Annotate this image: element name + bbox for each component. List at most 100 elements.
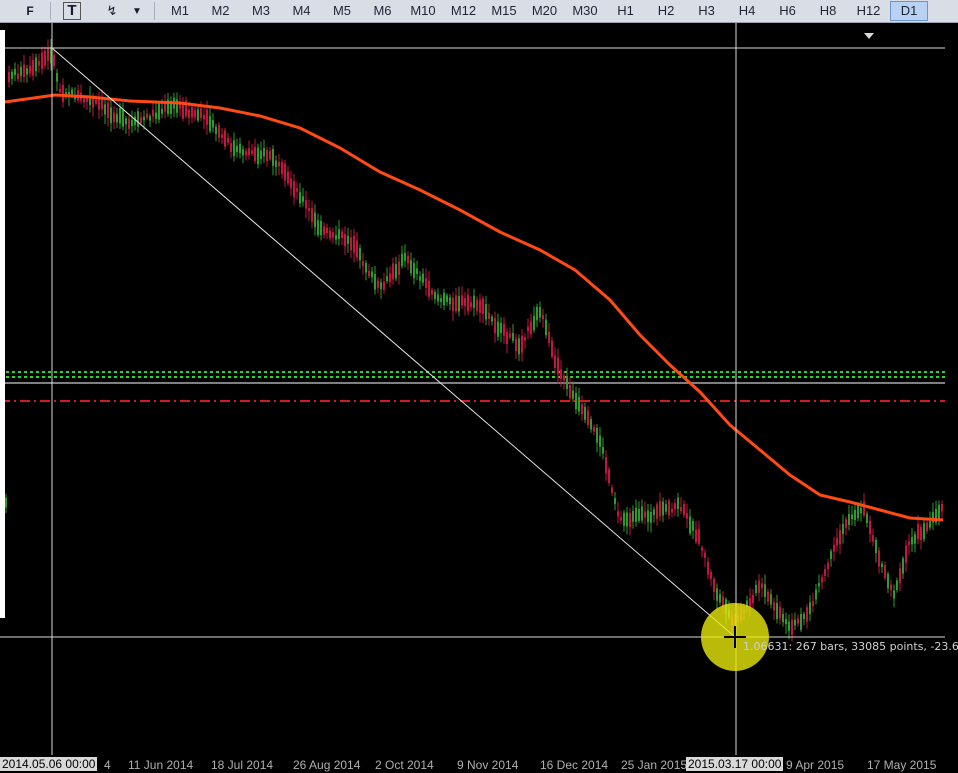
periodicity-icon[interactable]: F	[18, 1, 42, 21]
candle-body	[119, 107, 121, 124]
candle-body	[26, 68, 28, 75]
candle-body	[509, 333, 511, 338]
candle-body	[407, 255, 409, 263]
candle-body	[353, 235, 355, 253]
candle-body	[473, 295, 475, 308]
candle-body	[371, 271, 373, 278]
candle-body	[284, 163, 286, 181]
candle-body	[188, 109, 190, 118]
candle-body	[488, 312, 490, 319]
candle-body	[596, 427, 598, 443]
timeframe-h1[interactable]: H1	[607, 1, 645, 21]
candle-body	[482, 298, 484, 314]
timeframe-m5[interactable]: M5	[323, 1, 361, 21]
shift-marker-icon[interactable]	[864, 33, 874, 39]
crosshair-date-right: 2015.03.17 00:00	[686, 757, 784, 771]
candle-body	[581, 404, 583, 415]
timeframe-m20[interactable]: M20	[526, 1, 564, 21]
candle-body	[818, 583, 820, 587]
timeframe-m3[interactable]: M3	[242, 1, 280, 21]
candle-body	[338, 229, 340, 240]
candle-body	[626, 512, 628, 527]
candle-body	[182, 102, 184, 119]
candle-body	[785, 619, 787, 625]
timeframe-m4[interactable]: M4	[283, 1, 321, 21]
candle-body	[701, 547, 703, 551]
price-chart	[0, 23, 945, 755]
candle-body	[215, 126, 217, 134]
candle-body	[605, 457, 607, 474]
date-label: 4	[104, 758, 111, 772]
candle-body	[314, 212, 316, 228]
timeframe-m30[interactable]: M30	[566, 1, 604, 21]
candle-body	[656, 504, 658, 519]
candle-body	[767, 591, 769, 602]
candle-body	[263, 147, 265, 157]
candle-body	[245, 150, 247, 156]
candle-body	[374, 273, 376, 290]
candle-body	[638, 508, 640, 521]
candle-body	[176, 99, 178, 113]
timeframe-d1[interactable]: D1	[890, 1, 928, 21]
candle-body	[422, 273, 424, 283]
candle-body	[125, 118, 127, 125]
timeframe-h8[interactable]: H8	[809, 1, 847, 21]
date-label: 9 Nov 2014	[457, 758, 519, 772]
candle-body	[98, 98, 100, 110]
candle-body	[527, 326, 529, 332]
text-label-icon[interactable]: T	[60, 1, 84, 21]
candle-body	[752, 595, 754, 604]
candle-body	[479, 300, 481, 313]
timeframe-m12[interactable]: M12	[445, 1, 483, 21]
candle-body	[575, 392, 577, 410]
candle-body	[116, 113, 118, 123]
timeframe-h4[interactable]: H4	[728, 1, 766, 21]
candle-body	[929, 521, 931, 528]
candle-body	[800, 613, 802, 630]
timeframe-h6[interactable]: H6	[769, 1, 807, 21]
candle-body	[905, 545, 907, 563]
date-label: 26 Aug 2014	[293, 758, 361, 772]
candle-body	[545, 319, 547, 336]
arrows-tool-icon[interactable]: ↯	[100, 1, 124, 21]
candle-body	[863, 501, 865, 516]
timeframe-m2[interactable]: M2	[202, 1, 240, 21]
candle-body	[506, 332, 508, 344]
timeframe-h12[interactable]: H12	[850, 1, 888, 21]
candle-body	[902, 558, 904, 574]
timeframe-m1[interactable]: M1	[161, 1, 199, 21]
candle-body	[761, 583, 763, 589]
timeframe-m15[interactable]: M15	[485, 1, 523, 21]
candle-body	[302, 196, 304, 202]
timeframe-m10[interactable]: M10	[404, 1, 442, 21]
candle-body	[890, 584, 892, 591]
trendline[interactable]	[51, 47, 736, 638]
candle-body	[830, 551, 832, 560]
timeframe-m6[interactable]: M6	[364, 1, 402, 21]
candle-body	[881, 563, 883, 568]
candle-body	[569, 385, 571, 399]
candle-body	[128, 118, 130, 129]
candle-body	[329, 230, 331, 239]
candle-body	[257, 147, 259, 165]
candle-body	[323, 226, 325, 235]
candle-body	[428, 280, 430, 297]
candle-body	[356, 240, 358, 258]
candle-body	[242, 149, 244, 156]
candle-body	[710, 571, 712, 580]
timeframe-h2[interactable]: H2	[647, 1, 685, 21]
candle-body	[395, 264, 397, 279]
candle-body	[833, 545, 835, 552]
candle-body	[392, 263, 394, 280]
candle-body	[341, 231, 343, 238]
candle-body	[857, 504, 859, 518]
candle-body	[35, 57, 37, 72]
candle-body	[674, 503, 676, 510]
candle-body	[812, 601, 814, 606]
candle-body	[494, 318, 496, 334]
timeframe-h3[interactable]: H3	[688, 1, 726, 21]
dropdown-arrow-icon[interactable]: ▼	[128, 1, 146, 21]
candle-body	[668, 500, 670, 516]
candle-body	[599, 435, 601, 447]
candle-body	[464, 298, 466, 307]
